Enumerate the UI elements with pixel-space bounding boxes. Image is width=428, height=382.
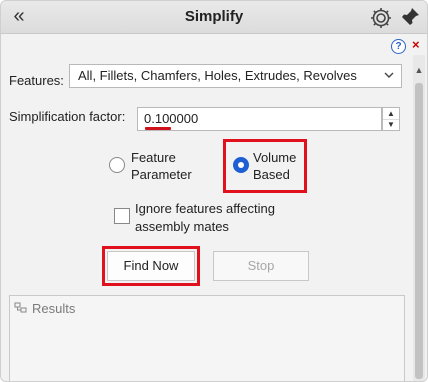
close-icon[interactable]: × (412, 37, 420, 52)
factor-annotation-underline (145, 127, 171, 130)
ignore-features-line1: Ignore features affecting (135, 201, 275, 216)
features-value: All, Fillets, Chamfers, Holes, Extrudes,… (78, 68, 357, 83)
ignore-features-line2: assembly mates (135, 219, 229, 234)
simplification-factor-input[interactable]: 0.100000 (137, 107, 382, 131)
results-icon (14, 302, 27, 313)
results-label: Results (32, 301, 76, 316)
pin-icon[interactable] (399, 6, 421, 28)
feature-parameter-label: Feature Parameter (131, 149, 192, 183)
find-now-button[interactable]: Find Now (107, 251, 195, 281)
features-dropdown[interactable]: All, Fillets, Chamfers, Holes, Extrudes,… (69, 64, 402, 88)
results-panel: Results (9, 295, 405, 381)
ignore-features-checkbox[interactable] (114, 208, 130, 224)
gear-icon[interactable] (369, 6, 393, 30)
volume-based-line1: Volume (253, 150, 297, 165)
panel-title: Simplify (184, 8, 244, 25)
simplify-panel: « Simplify ? × ▲ Features: All, Fillets,… (0, 0, 428, 382)
feature-parameter-line2: Parameter (131, 167, 192, 182)
radio-feature-parameter[interactable] (109, 157, 125, 173)
scroll-up-icon[interactable]: ▲ (413, 63, 425, 77)
stop-button[interactable]: Stop (213, 251, 309, 281)
volume-based-line2: Based (253, 167, 290, 182)
scrollbar-thumb[interactable] (415, 83, 423, 379)
spin-down-icon[interactable]: ▼ (383, 119, 399, 130)
factor-spinner[interactable]: ▲ ▼ (382, 107, 400, 131)
chevron-down-icon (384, 72, 394, 78)
title-bar: « Simplify (1, 1, 427, 34)
radio-volume-based[interactable] (233, 157, 249, 173)
feature-parameter-line1: Feature (131, 150, 176, 165)
simplification-factor-label: Simplification factor: (9, 109, 126, 124)
help-icon[interactable]: ? (391, 39, 406, 54)
ignore-features-label: Ignore features affecting assembly mates (135, 200, 275, 236)
features-label: Features: (9, 73, 64, 88)
volume-based-label: Volume Based (253, 149, 296, 183)
